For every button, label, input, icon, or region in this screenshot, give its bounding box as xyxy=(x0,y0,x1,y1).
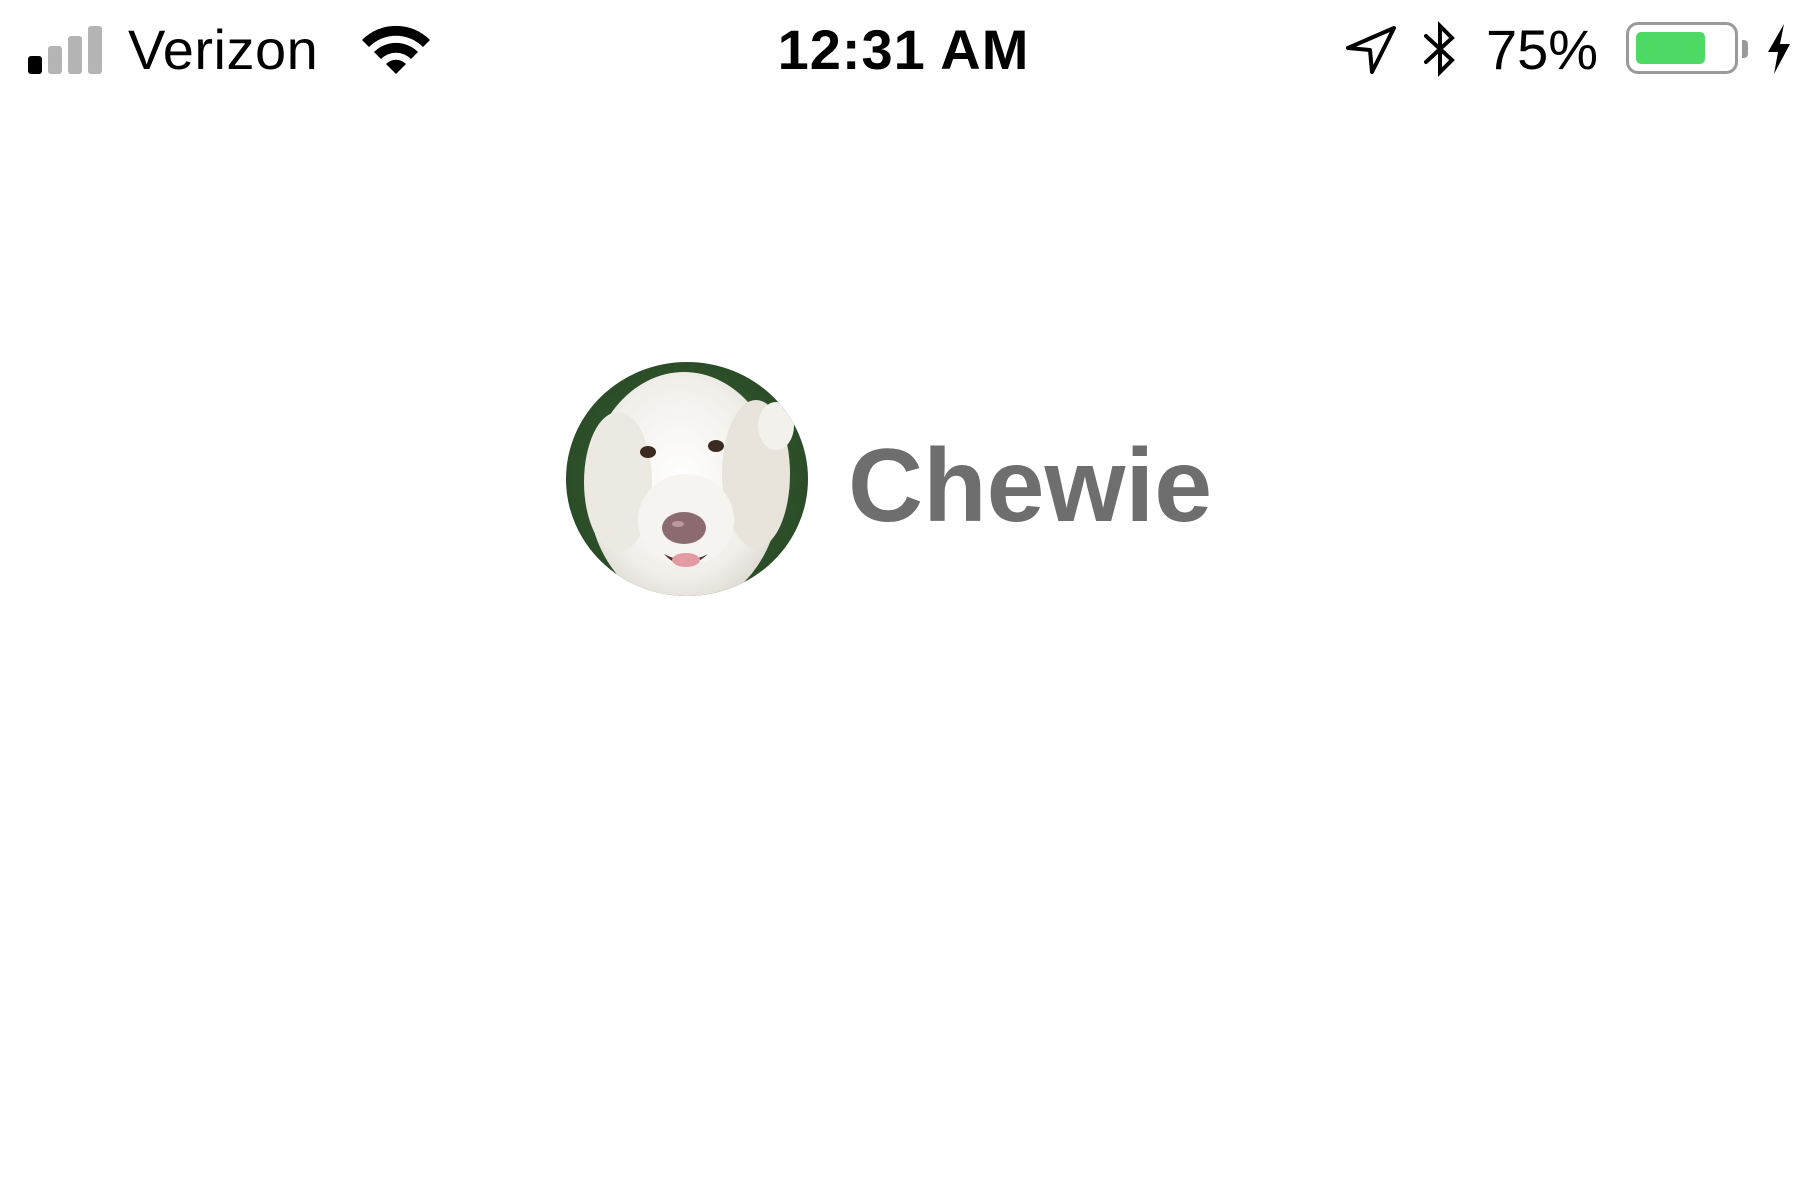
dog-avatar-image xyxy=(566,362,808,596)
battery-icon xyxy=(1626,22,1738,74)
profile-name: Chewie xyxy=(848,428,1213,544)
battery-cap xyxy=(1742,40,1748,58)
location-arrow-icon xyxy=(1346,26,1396,74)
charging-bolt-icon xyxy=(1768,24,1790,74)
battery-level-fill xyxy=(1636,32,1705,64)
status-bar: Verizon 12:31 AM 75% xyxy=(0,0,1807,100)
screen: Verizon 12:31 AM 75% Chewie xyxy=(0,0,1807,1196)
battery-percentage: 75% xyxy=(1486,18,1599,81)
avatar[interactable] xyxy=(566,362,808,596)
bluetooth-icon xyxy=(1424,21,1455,77)
